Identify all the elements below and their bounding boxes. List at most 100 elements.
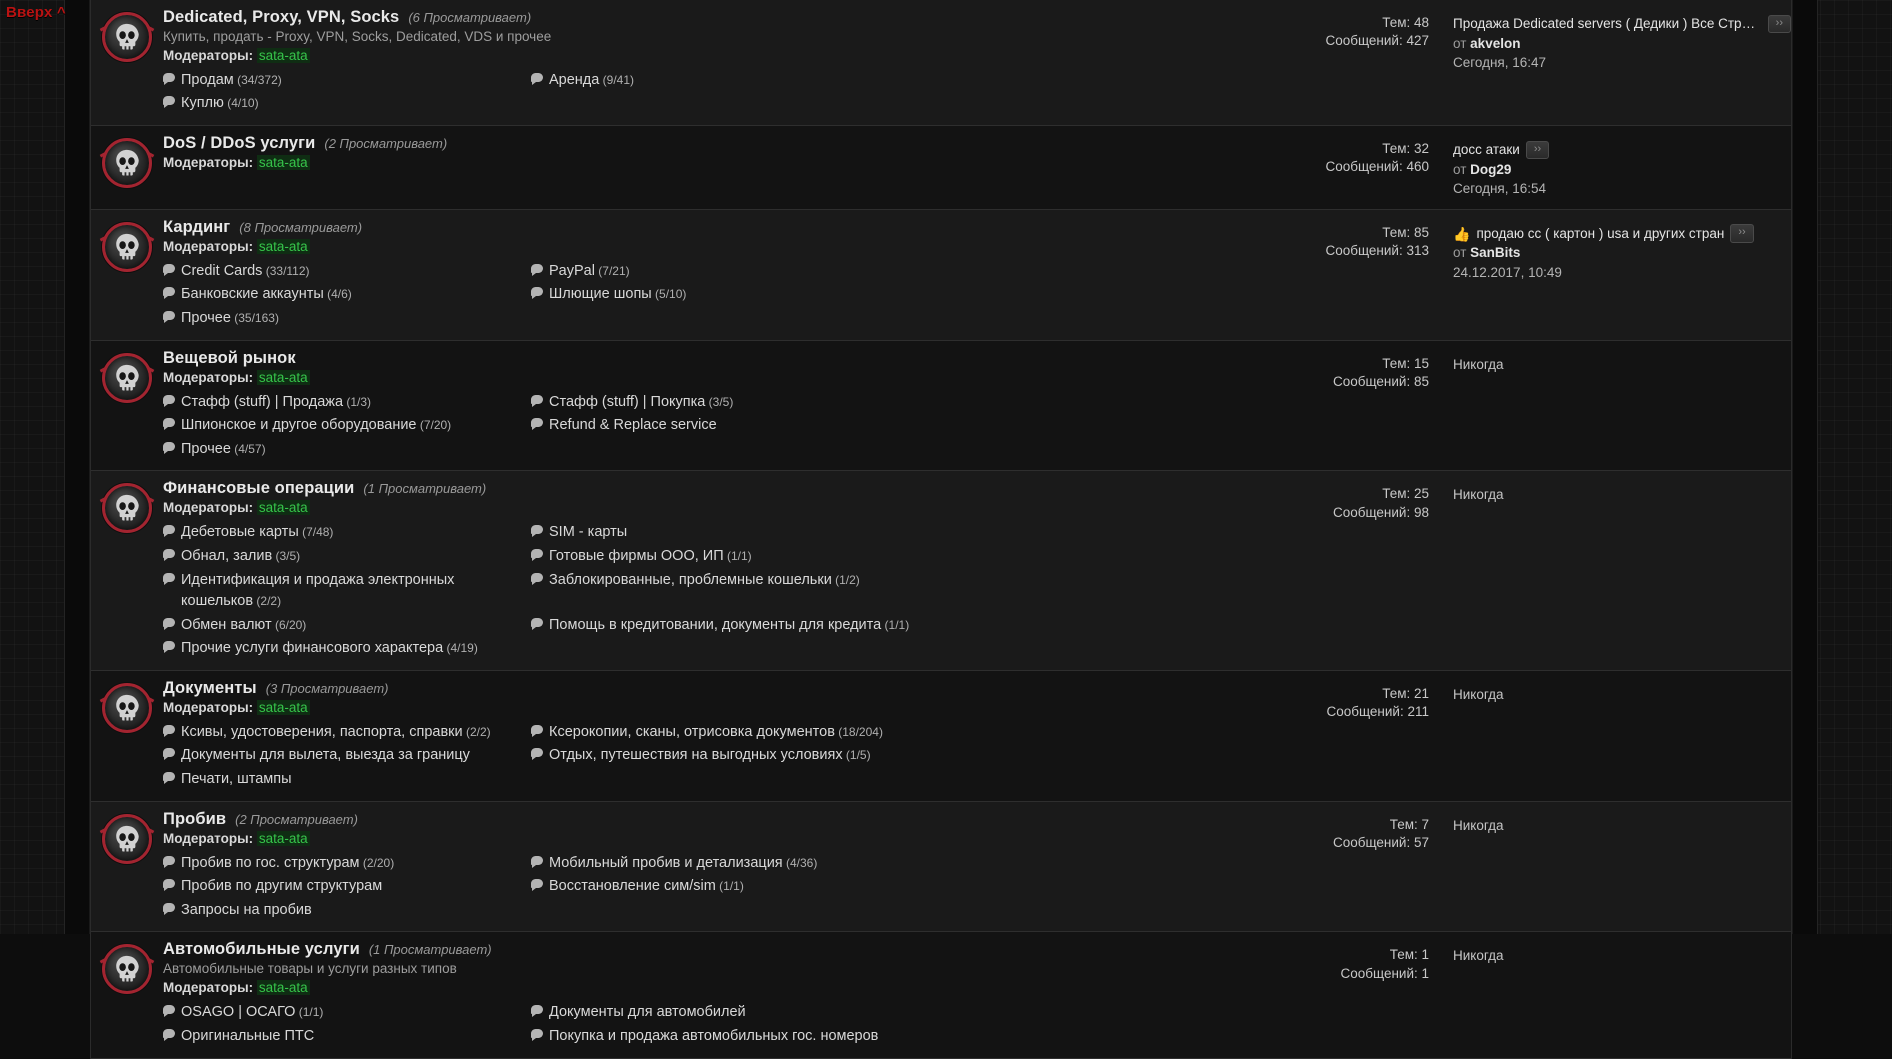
subforum-link[interactable]: Оригинальные ПТС — [181, 1028, 314, 1044]
forum-node-row[interactable]: Финансовые операции(1 Просматривает)Моде… — [91, 471, 1791, 671]
subforum-link[interactable]: Помощь в кредитовании, документы для кре… — [549, 617, 881, 633]
subforum-item[interactable]: Куплю (4/10) — [163, 91, 523, 115]
subforum-link[interactable]: Прочие услуги финансового характера — [181, 640, 443, 656]
jump-to-last-post-button[interactable]: ›› — [1730, 224, 1753, 242]
subforum-item[interactable]: Печати, штампы — [163, 767, 523, 791]
subforum-link[interactable]: Покупка и продажа автомобильных гос. ном… — [549, 1028, 878, 1044]
last-post-author-link[interactable]: Dog29 — [1470, 162, 1511, 177]
subforum-link[interactable]: Банковские аккаунты — [181, 286, 324, 302]
subforum-item[interactable]: Стафф (stuff) | Покупка (3/5) — [531, 390, 923, 414]
forum-node-row[interactable]: Пробив(2 Просматривает)Модераторы: sata-… — [91, 802, 1791, 933]
subforum-link[interactable]: Credit Cards — [181, 263, 262, 279]
subforum-link[interactable]: Продам — [181, 72, 234, 88]
subforum-item[interactable]: Credit Cards (33/112) — [163, 259, 523, 283]
subforum-item[interactable]: SIM - карты — [531, 520, 923, 544]
moderator-name-link[interactable]: sata-ata — [257, 239, 310, 254]
subforum-item[interactable]: Прочее (4/57) — [163, 437, 523, 461]
subforum-link[interactable]: Печати, штампы — [181, 771, 292, 787]
subforum-link[interactable]: Стафф (stuff) | Продажа — [181, 394, 343, 410]
last-post-title-link[interactable]: досс атаки — [1453, 140, 1520, 160]
subforum-item[interactable]: OSAGO | ОСАГО (1/1) — [163, 1000, 523, 1024]
subforum-item[interactable]: Шлющие шопы (5/10) — [531, 282, 923, 306]
subforum-link[interactable]: Шпионское и другое оборудование — [181, 417, 417, 433]
subforum-item[interactable]: Пробив по гос. структурам (2/20) — [163, 851, 523, 875]
subforum-link[interactable]: Стафф (stuff) | Покупка — [549, 394, 705, 410]
subforum-link[interactable]: Идентификация и продажа электронных коше… — [181, 572, 454, 610]
forum-node-row[interactable]: Документы(3 Просматривает)Модераторы: sa… — [91, 671, 1791, 802]
subforum-item[interactable]: Прочие услуги финансового характера (4/1… — [163, 636, 523, 660]
subforum-item[interactable]: Банковские аккаунты (4/6) — [163, 282, 523, 306]
scroll-to-top-link[interactable]: Вверх ^ — [6, 4, 66, 21]
node-title-link[interactable]: DoS / DDoS услуги — [163, 134, 315, 153]
subforum-item[interactable]: Идентификация и продажа электронных коше… — [163, 568, 523, 613]
subforum-link[interactable]: Прочее — [181, 310, 231, 326]
subforum-item[interactable]: Документы для вылета, выезда за границу — [163, 743, 523, 767]
subforum-link[interactable]: Шлющие шопы — [549, 286, 652, 302]
last-post-date[interactable]: 24.12.2017, 10:49 — [1453, 263, 1791, 283]
subforum-item[interactable]: Refund & Replace service — [531, 413, 923, 437]
last-post-title-link[interactable]: продаю cc ( картон ) usa и других стран — [1476, 224, 1724, 244]
subforum-link[interactable]: Запросы на пробив — [181, 902, 312, 918]
subforum-link[interactable]: Refund & Replace service — [549, 417, 717, 433]
subforum-item[interactable]: Ксивы, удостоверения, паспорта, справки … — [163, 720, 523, 744]
subforum-link[interactable]: Мобильный пробив и детализация — [549, 855, 783, 871]
subforum-item[interactable]: Оригинальные ПТС — [163, 1024, 523, 1048]
subforum-link[interactable]: OSAGO | ОСАГО — [181, 1004, 295, 1020]
subforum-item[interactable]: Обмен валют (6/20) — [163, 613, 523, 637]
moderator-name-link[interactable]: sata-ata — [257, 831, 310, 846]
last-post-author-link[interactable]: SanBits — [1470, 245, 1520, 260]
forum-node-row[interactable]: Dedicated, Proxy, VPN, Socks(6 Просматри… — [91, 0, 1791, 126]
node-title-link[interactable]: Вещевой рынок — [163, 349, 296, 368]
subforum-item[interactable]: Стафф (stuff) | Продажа (1/3) — [163, 390, 523, 414]
forum-node-row[interactable]: Автомобильные услуги(1 Просматривает)Авт… — [91, 932, 1791, 1058]
subforum-link[interactable]: Куплю — [181, 95, 224, 111]
moderator-name-link[interactable]: sata-ata — [257, 700, 310, 715]
subforum-link[interactable]: Аренда — [549, 72, 599, 88]
moderator-name-link[interactable]: sata-ata — [257, 370, 310, 385]
subforum-link[interactable]: Отдых, путешествия на выгодных условиях — [549, 747, 843, 763]
subforum-item[interactable]: Обнал, залив (3/5) — [163, 544, 523, 568]
subforum-item[interactable]: Продам (34/372) — [163, 68, 523, 92]
node-title-link[interactable]: Пробив — [163, 810, 226, 829]
subforum-item[interactable]: Отдых, путешествия на выгодных условиях … — [531, 743, 923, 767]
subforum-link[interactable]: Обнал, залив — [181, 548, 272, 564]
jump-to-last-post-button[interactable]: ›› — [1526, 141, 1549, 159]
subforum-item[interactable]: Готовые фирмы ООО, ИП (1/1) — [531, 544, 923, 568]
subforum-link[interactable]: Готовые фирмы ООО, ИП — [549, 548, 724, 564]
subforum-item[interactable]: PayPal (7/21) — [531, 259, 923, 283]
subforum-link[interactable]: Ксерокопии, сканы, отрисовка документов — [549, 724, 835, 740]
subforum-link[interactable]: Пробив по гос. структурам — [181, 855, 360, 871]
subforum-link[interactable]: Документы для автомобилей — [549, 1004, 746, 1020]
subforum-item[interactable]: Восстановление сим/sim (1/1) — [531, 874, 923, 898]
subforum-link[interactable]: Обмен валют — [181, 617, 272, 633]
subforum-item[interactable]: Покупка и продажа автомобильных гос. ном… — [531, 1024, 923, 1048]
subforum-link[interactable]: Ксивы, удостоверения, паспорта, справки — [181, 724, 463, 740]
forum-node-row[interactable]: DoS / DDoS услуги(2 Просматривает)Модера… — [91, 126, 1791, 210]
last-post-author-link[interactable]: akvelon — [1470, 36, 1520, 51]
subforum-item[interactable]: Пробив по другим структурам — [163, 874, 523, 898]
node-title-link[interactable]: Кардинг — [163, 218, 230, 237]
subforum-link[interactable]: Дебетовые карты — [181, 524, 299, 540]
node-title-link[interactable]: Автомобильные услуги — [163, 940, 360, 959]
subforum-link[interactable]: Прочее — [181, 441, 231, 457]
forum-node-row[interactable]: Кардинг(8 Просматривает)Модераторы: sata… — [91, 210, 1791, 341]
subforum-link[interactable]: Заблокированные, проблемные кошельки — [549, 572, 832, 588]
subforum-link[interactable]: Восстановление сим/sim — [549, 878, 716, 894]
last-post-date[interactable]: Сегодня, 16:54 — [1453, 179, 1791, 199]
subforum-item[interactable]: Мобильный пробив и детализация (4/36) — [531, 851, 923, 875]
subforum-link[interactable]: SIM - карты — [549, 524, 627, 540]
jump-to-last-post-button[interactable]: ›› — [1768, 15, 1791, 33]
subforum-item[interactable]: Дебетовые карты (7/48) — [163, 520, 523, 544]
moderator-name-link[interactable]: sata-ata — [257, 980, 310, 995]
subforum-item[interactable]: Аренда (9/41) — [531, 68, 923, 92]
subforum-link[interactable]: Пробив по другим структурам — [181, 878, 382, 894]
subforum-item[interactable]: Помощь в кредитовании, документы для кре… — [531, 613, 923, 637]
node-title-link[interactable]: Dedicated, Proxy, VPN, Socks — [163, 8, 399, 27]
moderator-name-link[interactable]: sata-ata — [257, 48, 310, 63]
forum-node-row[interactable]: Вещевой рынокМодераторы: sata-ataСтафф (… — [91, 341, 1791, 472]
subforum-link[interactable]: Документы для вылета, выезда за границу — [181, 747, 470, 763]
subforum-item[interactable]: Прочее (35/163) — [163, 306, 523, 330]
subforum-item[interactable]: Заблокированные, проблемные кошельки (1/… — [531, 568, 923, 613]
last-post-date[interactable]: Сегодня, 16:47 — [1453, 53, 1791, 73]
subforum-item[interactable]: Ксерокопии, сканы, отрисовка документов … — [531, 720, 923, 744]
